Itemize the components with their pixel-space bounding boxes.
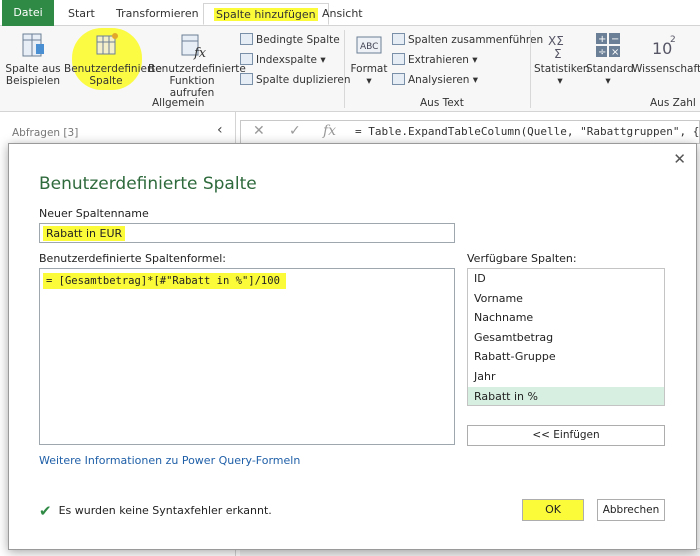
tab-spalte-hinzufuegen-label: Spalte hinzufügen xyxy=(214,8,318,21)
svg-text:÷: ÷ xyxy=(598,47,606,58)
list-item[interactable]: Rabatt-Gruppe xyxy=(468,347,664,367)
analysieren-label: Analysieren xyxy=(408,74,470,86)
chevron-down-icon: ▾ xyxy=(557,75,563,87)
extrahieren-button[interactable]: Extrahieren ▾ xyxy=(392,52,478,68)
group-label-aus-text: Aus Text xyxy=(420,97,464,109)
power-icon: 102 xyxy=(652,35,676,58)
fx-icon[interactable]: fx xyxy=(323,123,336,139)
parse-icon xyxy=(392,73,405,85)
formula-value: = [Gesamtbetrag]*[#"Rabatt in %"]/100 xyxy=(43,273,286,289)
chevron-down-icon: ▾ xyxy=(472,54,478,66)
chevron-down-icon: ▾ xyxy=(605,75,611,87)
formula-bar-input[interactable]: = Table.ExpandTableColumn(Quelle, "Rabat… xyxy=(355,125,700,138)
spalte-duplizieren-label: Spalte duplizieren xyxy=(256,74,351,86)
standard-button[interactable]: + − ÷ × Standard ▾ xyxy=(586,30,634,87)
ribbon-tabbar: Datei Start Transformieren Spalte hinzuf… xyxy=(0,0,700,26)
svg-text:ABC: ABC xyxy=(360,42,378,52)
new-column-name-value: Rabatt in EUR xyxy=(43,226,126,241)
wissenschaftlich-button[interactable]: 102 Wissenschaftlich xyxy=(632,30,700,75)
text-format-icon: ABC xyxy=(356,36,382,54)
chevron-down-icon: ▾ xyxy=(472,74,479,86)
svg-text:Σ: Σ xyxy=(554,47,562,60)
svg-text:+: + xyxy=(598,34,606,45)
arithmetic-icon: + −÷ × xyxy=(596,33,620,58)
chevron-down-icon: ▾ xyxy=(366,75,372,87)
svg-text:×: × xyxy=(611,47,619,58)
wissenschaftlich-label: Wissenschaftlich xyxy=(632,63,700,75)
group-label-aus-zahl: Aus Zahl xyxy=(650,97,696,109)
confirm-formula-icon[interactable]: ✓ xyxy=(289,123,301,139)
spalte-aus-beispielen-label: Spalte aus Beispielen xyxy=(5,63,61,87)
collapse-pane-icon[interactable]: ‹ xyxy=(217,122,223,138)
statistiken-button[interactable]: XΣ Σ Statistiken ▾ xyxy=(534,30,590,87)
formula-bar: ✕ ✓ fx = Table.ExpandTableColumn(Quelle,… xyxy=(240,120,700,144)
format-label: Format xyxy=(350,63,388,75)
close-icon[interactable]: ✕ xyxy=(673,150,686,168)
formula-label: Benutzerdefinierte Spaltenformel: xyxy=(39,252,227,265)
benutzerdefinierte-funktion-label: Benutzerdefinierte Funktion aufrufen xyxy=(148,63,246,99)
new-column-name-label: Neuer Spaltenname xyxy=(39,207,149,220)
group-label-allgemein: Allgemein xyxy=(152,97,205,109)
list-item[interactable]: ID xyxy=(468,269,664,289)
cancel-button[interactable]: Abbrechen xyxy=(597,499,665,521)
list-item[interactable]: Vorname xyxy=(468,289,664,309)
ribbon-separator xyxy=(530,30,531,108)
tab-ansicht[interactable]: Ansicht xyxy=(312,3,373,25)
ribbon-separator xyxy=(344,30,345,108)
custom-column-icon xyxy=(96,33,118,55)
tab-transformieren[interactable]: Transformieren xyxy=(106,3,209,25)
spalten-zusammenfuehren-button[interactable]: Spalten zusammenführen xyxy=(392,32,543,48)
checkmark-icon: ✔ xyxy=(39,502,52,520)
list-item-selected[interactable]: Rabatt in % xyxy=(468,386,664,405)
benutzerdefinierte-funktion-button[interactable]: fx Benutzerdefinierte Funktion aufrufen xyxy=(148,30,246,99)
queries-title: Abfragen [3] xyxy=(12,127,79,139)
indexspalte-label: Indexspalte xyxy=(256,54,317,66)
insert-button[interactable]: << Einfügen xyxy=(467,425,665,446)
svg-text:XΣ: XΣ xyxy=(548,34,564,48)
function-icon: fx xyxy=(181,34,207,60)
statistiken-label: Statistiken xyxy=(534,63,590,75)
tab-datei[interactable]: Datei xyxy=(2,0,54,26)
syntax-status: ✔ Es wurden keine Syntaxfehler erkannt. xyxy=(39,502,272,520)
spalte-aus-beispielen-button[interactable]: Spalte aus Beispielen xyxy=(4,30,62,87)
ribbon: Spalte aus Beispielen Benutzerdefinierte… xyxy=(0,26,700,112)
benutzerdefinierte-spalte-button[interactable]: Benutzerdefinierte Spalte xyxy=(64,30,162,87)
tab-start[interactable]: Start xyxy=(58,3,105,25)
spalte-duplizieren-button[interactable]: Spalte duplizieren xyxy=(240,72,351,88)
merge-columns-icon xyxy=(392,33,405,45)
available-columns-label: Verfügbare Spalten: xyxy=(467,252,577,265)
new-column-name-input[interactable]: Rabatt in EUR xyxy=(39,223,455,243)
list-item[interactable]: Gesamtbetrag xyxy=(468,328,664,348)
extract-icon xyxy=(392,53,405,65)
list-item[interactable]: Nachname xyxy=(468,308,664,328)
standard-label: Standard xyxy=(586,63,634,75)
duplicate-column-icon xyxy=(240,73,253,85)
analysieren-button[interactable]: Analysieren ▾ xyxy=(392,72,478,88)
conditional-column-icon xyxy=(240,33,253,45)
svg-text:fx: fx xyxy=(193,46,207,60)
formula-textarea[interactable]: = [Gesamtbetrag]*[#"Rabatt in %"]/100 xyxy=(39,268,455,445)
svg-text:−: − xyxy=(611,34,619,45)
dialog-title: Benutzerdefinierte Spalte xyxy=(39,174,257,194)
syntax-status-text: Es wurden keine Syntaxfehler erkannt. xyxy=(58,504,272,517)
extrahieren-label: Extrahieren xyxy=(408,54,469,66)
bedingte-spalte-label: Bedingte Spalte xyxy=(256,34,340,46)
cancel-formula-icon[interactable]: ✕ xyxy=(253,123,265,139)
ok-button[interactable]: OK xyxy=(522,499,584,521)
chevron-down-icon: ▾ xyxy=(320,54,326,66)
sigma-icon: XΣΣ xyxy=(548,34,564,60)
indexspalte-button[interactable]: Indexspalte ▾ xyxy=(240,52,326,68)
power-query-info-link[interactable]: Weitere Informationen zu Power Query-For… xyxy=(39,454,300,467)
index-column-icon xyxy=(240,53,253,65)
formula-bar-icons: ✕ ✓ fx xyxy=(241,121,351,143)
table-example-icon xyxy=(22,33,44,57)
tab-spalte-hinzufuegen[interactable]: Spalte hinzufügen xyxy=(203,3,329,25)
spalten-zusammenfuehren-label: Spalten zusammenführen xyxy=(408,34,544,46)
available-columns-list[interactable]: ID Vorname Nachname Gesamtbetrag Rabatt-… xyxy=(467,268,665,406)
list-item[interactable]: Jahr xyxy=(468,367,664,387)
custom-column-dialog: ✕ Benutzerdefinierte Spalte Neuer Spalte… xyxy=(8,143,697,550)
format-button[interactable]: ABC Format ▾ xyxy=(348,30,390,87)
bedingte-spalte-button[interactable]: Bedingte Spalte xyxy=(240,32,340,48)
svg-text:2: 2 xyxy=(670,35,676,45)
